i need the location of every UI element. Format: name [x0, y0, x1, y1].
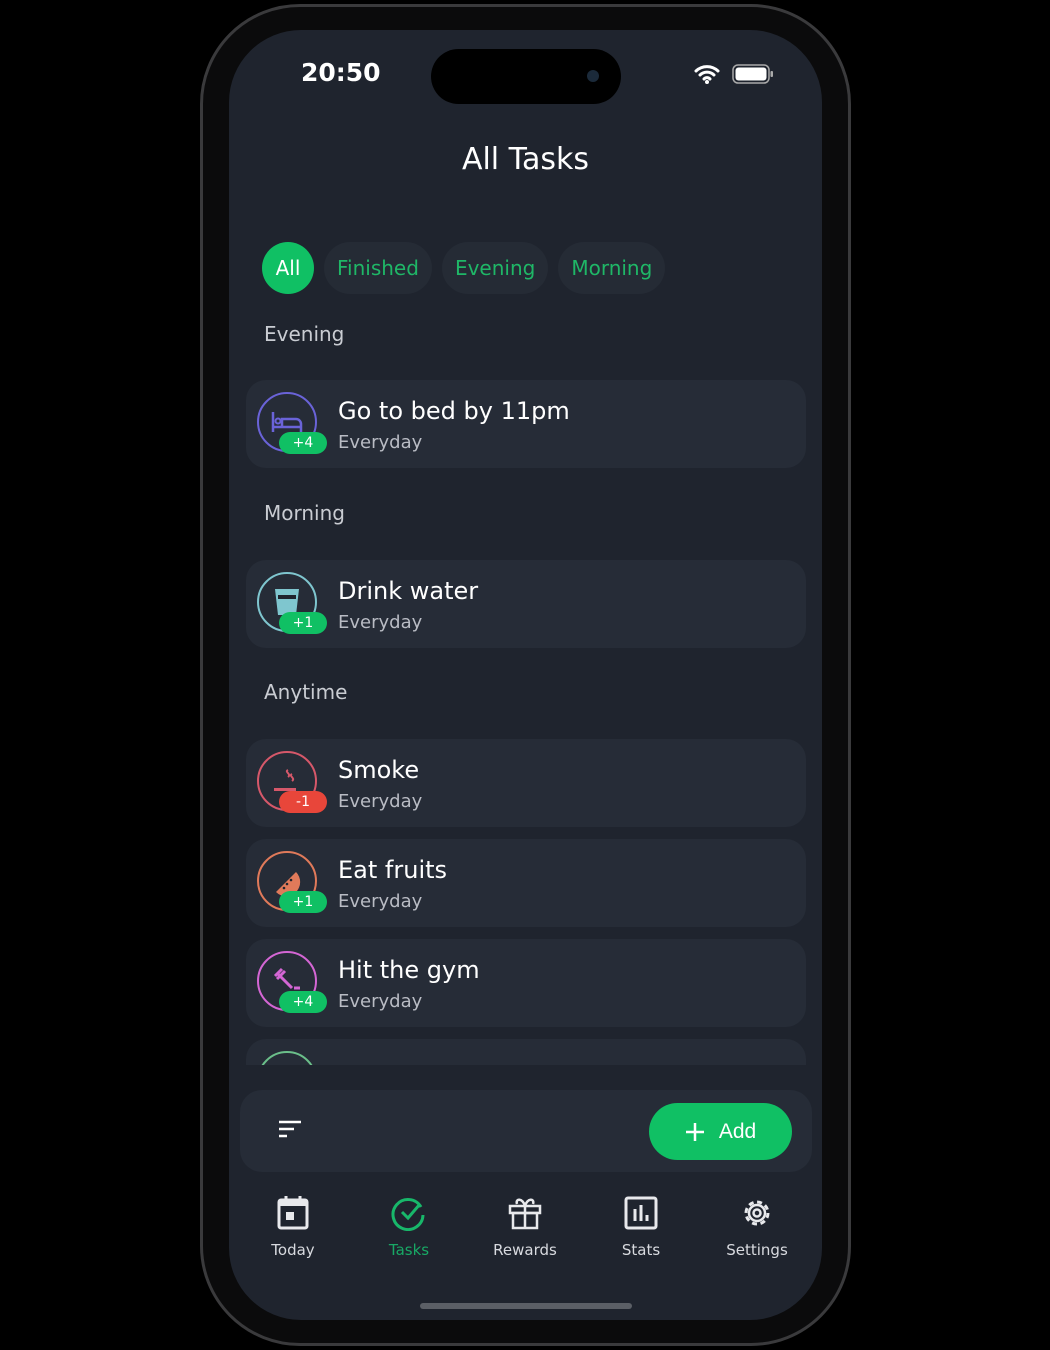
points-badge: +4 [279, 432, 327, 454]
calendar-icon [277, 1196, 309, 1230]
task-icon [257, 1051, 317, 1065]
nav-rewards[interactable]: Rewards [475, 1195, 575, 1259]
points-badge: +1 [279, 891, 327, 913]
section-label: Anytime [264, 680, 348, 704]
nav-label: Rewards [493, 1241, 557, 1259]
task-card[interactable]: +4 Go to bed by 11pm Everyday [246, 380, 806, 468]
task-schedule: Everyday [338, 612, 423, 633]
app-screen: 20:50 All Tasks All Finished Evening Mor… [229, 30, 822, 1320]
task-list[interactable]: All Tasks All Finished Evening Morning E… [229, 30, 822, 1065]
task-schedule: Everyday [338, 432, 423, 453]
task-schedule: Everyday [338, 791, 423, 812]
section-label: Evening [264, 322, 345, 346]
filter-all[interactable]: All [262, 242, 314, 294]
points-badge: +1 [279, 612, 327, 634]
task-name: Go to bed by 11pm [338, 397, 570, 425]
points-badge: -1 [279, 791, 327, 813]
task-card[interactable]: +1 Eat fruits Everyday [246, 839, 806, 927]
task-name: Eat fruits [338, 856, 448, 884]
task-name: Drink water [338, 577, 479, 605]
task-card[interactable]: -1 Smoke Everyday [246, 739, 806, 827]
gift-icon [508, 1198, 542, 1230]
add-button[interactable]: Add [649, 1103, 792, 1160]
task-name: Hit the gym [338, 956, 480, 984]
plus-icon [685, 1122, 704, 1141]
section-label: Morning [264, 501, 345, 525]
task-schedule: Everyday [338, 991, 423, 1012]
filter-chips: All Finished Evening Morning [262, 242, 666, 294]
home-indicator[interactable] [420, 1303, 632, 1309]
points-badge: +4 [279, 991, 327, 1013]
sort-icon[interactable] [278, 1120, 302, 1138]
task-name: Smoke [338, 756, 420, 784]
page-title: All Tasks [461, 142, 590, 177]
chart-icon [624, 1196, 658, 1230]
nav-label: Stats [621, 1241, 661, 1259]
nav-label: Tasks [388, 1241, 430, 1259]
filter-morning[interactable]: Morning [558, 242, 666, 294]
nav-tasks[interactable]: Tasks [359, 1195, 459, 1259]
nav-label: Settings [726, 1241, 788, 1259]
task-card-partial[interactable] [246, 1039, 806, 1065]
nav-settings[interactable]: Settings [707, 1195, 807, 1259]
nav-label: Today [271, 1241, 315, 1259]
bottom-action-bar: Add [240, 1090, 812, 1172]
filter-evening[interactable]: Evening [441, 242, 549, 294]
filter-finished[interactable]: Finished [324, 242, 432, 294]
nav-stats[interactable]: Stats [591, 1195, 691, 1259]
nav-today[interactable]: Today [243, 1195, 343, 1259]
gear-icon [744, 1200, 770, 1226]
check-circle-icon [391, 1198, 425, 1231]
task-schedule: Everyday [338, 891, 423, 912]
task-card[interactable]: +1 Drink water Everyday [246, 560, 806, 648]
task-card[interactable]: +4 Hit the gym Everyday [246, 939, 806, 1027]
add-label: Add [718, 1119, 757, 1143]
